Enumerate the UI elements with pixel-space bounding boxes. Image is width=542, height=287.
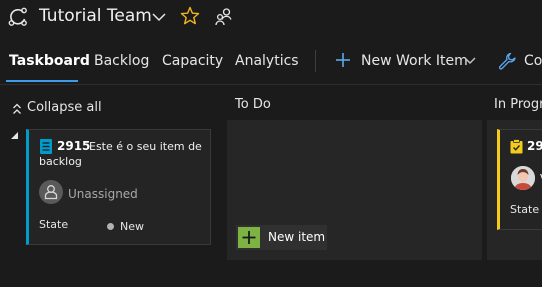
tab-backlog[interactable]: Backlog — [94, 53, 149, 69]
star-icon[interactable] — [180, 6, 200, 26]
tab-taskboard[interactable]: Taskboard — [9, 53, 90, 69]
plus-icon — [242, 231, 256, 244]
header-divider — [0, 84, 542, 85]
state-value[interactable]: New — [120, 220, 144, 233]
column-header-in-progress: In Progr — [494, 97, 542, 112]
chevron-down-icon[interactable] — [151, 10, 167, 24]
chevron-down-icon — [464, 57, 476, 64]
task-clipboard-icon — [510, 139, 523, 154]
caret-right-down-icon[interactable] — [11, 132, 19, 140]
unassigned-user-icon — [44, 185, 58, 200]
backlog-item-icon — [40, 139, 52, 154]
state-field-label: State — [39, 218, 69, 231]
avatar[interactable] — [511, 166, 535, 190]
toolbar-divider — [315, 50, 316, 72]
assignee-name[interactable]: Unassigned — [68, 187, 138, 201]
avatar[interactable] — [39, 180, 63, 204]
page-header: Tutorial Team — [0, 0, 542, 36]
people-icon[interactable] — [214, 7, 234, 27]
collapse-icon — [13, 103, 21, 114]
work-item-card[interactable]: 2915 Este é o seu item de backlog Unassi… — [26, 129, 211, 245]
add-icon-box — [238, 227, 260, 248]
work-item-id: 2915 — [57, 139, 91, 153]
new-work-item-label: New Work Item — [361, 53, 468, 69]
state-field-label: State — [510, 203, 540, 216]
team-name[interactable]: Tutorial Team — [39, 6, 152, 26]
wrench-icon[interactable] — [498, 52, 516, 70]
team-sync-icon — [8, 7, 27, 26]
settings-button-label[interactable]: Co — [524, 53, 542, 69]
active-tab-indicator — [6, 80, 78, 82]
work-item-id: 291 — [527, 139, 542, 153]
new-item-label: New item — [268, 230, 326, 244]
new-item-button[interactable]: New item — [236, 225, 327, 250]
work-item-card[interactable]: 291 V State — [497, 129, 542, 230]
hub-tabs: Taskboard Backlog Capacity Analytics New… — [0, 44, 542, 82]
column-header-todo: To Do — [235, 97, 271, 112]
tab-capacity[interactable]: Capacity — [162, 53, 223, 69]
work-item-title-continued[interactable]: backlog — [39, 155, 82, 168]
work-item-title[interactable]: Este é o seu item de — [89, 140, 202, 153]
collapse-all-label: Collapse all — [27, 100, 102, 115]
state-indicator — [107, 223, 114, 230]
plus-icon — [336, 53, 350, 67]
tab-analytics[interactable]: Analytics — [235, 53, 299, 69]
user-photo — [511, 166, 535, 190]
